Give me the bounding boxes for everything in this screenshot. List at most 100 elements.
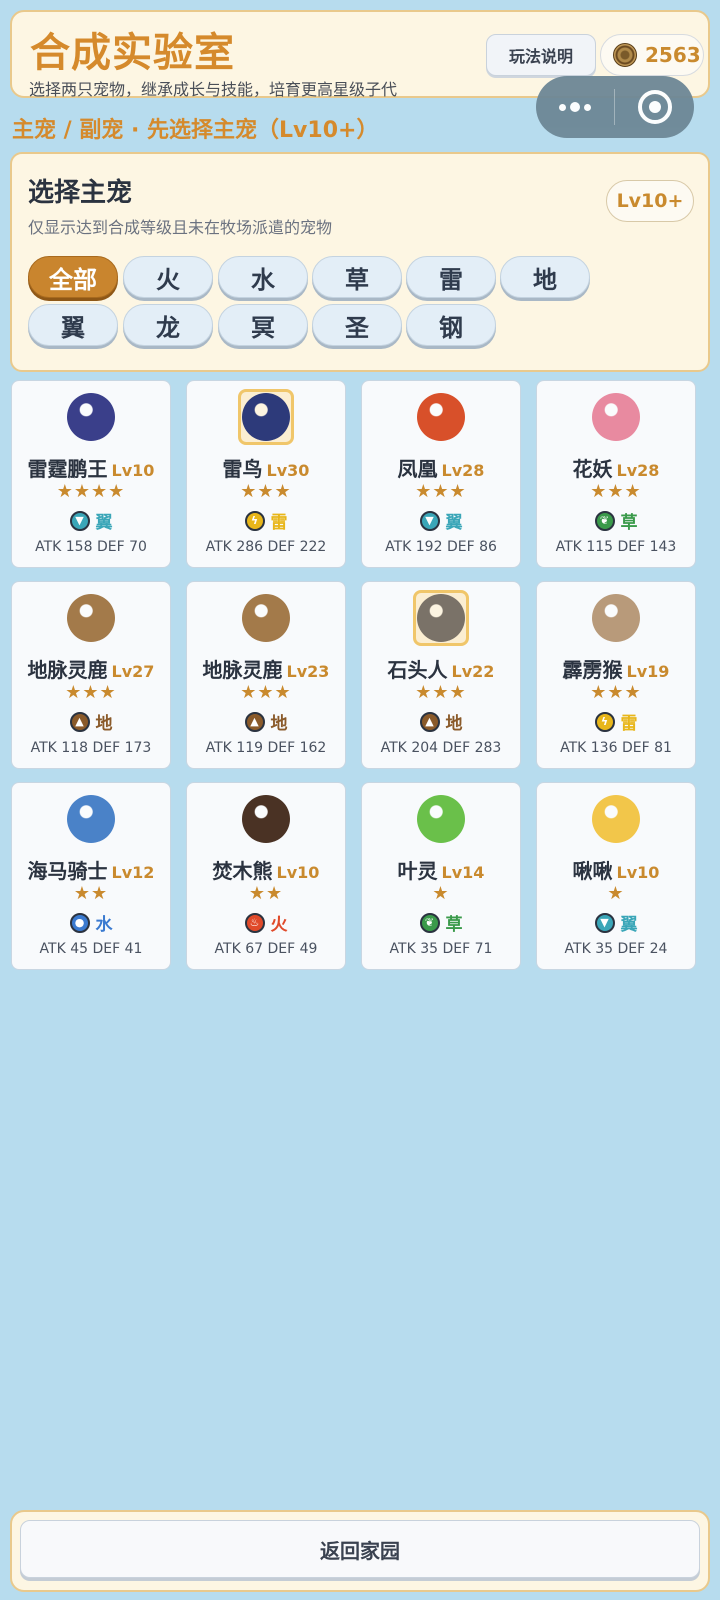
pet-element: ▼ 翼: [12, 508, 170, 533]
element-icon: ▲: [244, 711, 265, 732]
pet-stats: ATK 119 DEF 162: [205, 740, 327, 756]
golem-icon: [417, 594, 465, 642]
pet-card[interactable]: 啾啾 Lv10 ★ ▼ 翼 ATK 35 DEF 24: [536, 782, 696, 970]
filter-chip[interactable]: 草: [312, 256, 402, 298]
select-main-pet-panel: 选择主宠 仅显示达到合成等级且未在牧场派遣的宠物 Lv10+ 全部火水草雷地翼龙…: [10, 152, 710, 372]
star-rating: ★: [607, 883, 625, 904]
filter-chip[interactable]: 火: [123, 256, 213, 298]
close-miniprogram-icon[interactable]: [615, 90, 694, 124]
pet-card[interactable]: 花妖 Lv28 ★★★ ❦ 草 ATK 115 DEF 143: [536, 380, 696, 568]
pet-card[interactable]: 地脉灵鹿 Lv23 ★★★ ▲ 地 ATK 119 DEF 162: [186, 581, 346, 769]
star-rating: ★★★: [590, 481, 642, 502]
pet-element: ▲ 地: [362, 709, 520, 734]
element-label: 翼: [620, 915, 638, 935]
pet-portrait: [63, 389, 119, 445]
pet-name: 啾啾: [572, 859, 613, 883]
thunderbird-icon: [242, 393, 290, 441]
filter-chip[interactable]: 雷: [406, 256, 496, 298]
pet-card[interactable]: 凤凰 Lv28 ★★★ ▼ 翼 ATK 192 DEF 86: [361, 380, 521, 568]
pet-title: 凤凰 Lv28: [362, 453, 520, 482]
pet-element: ▲ 地: [12, 709, 170, 734]
pet-element: ❦ 草: [537, 508, 695, 533]
pet-stats: ATK 118 DEF 173: [30, 740, 152, 756]
pet-stats: ATK 115 DEF 143: [555, 539, 677, 555]
filter-chip[interactable]: 全部: [28, 256, 118, 298]
pet-portrait: [63, 791, 119, 847]
page-subtitle: 选择两只宠物，继承成长与技能，培育更高星级子代: [29, 80, 398, 99]
filter-chip[interactable]: 地: [500, 256, 590, 298]
element-icon: ϟ: [594, 711, 615, 732]
element-label: 翼: [445, 513, 463, 533]
element-icon: ϟ: [244, 510, 265, 531]
pet-name: 雷鸟: [222, 457, 263, 481]
element-icon: ❦: [594, 510, 615, 531]
element-label: 地: [445, 714, 463, 734]
pet-element: ● 水: [12, 910, 170, 935]
pet-card[interactable]: 石头人 Lv22 ★★★ ▲ 地 ATK 204 DEF 283: [361, 581, 521, 769]
filter-chip[interactable]: 龙: [123, 304, 213, 346]
pet-card[interactable]: 海马骑士 Lv12 ★★ ● 水 ATK 45 DEF 41: [11, 782, 171, 970]
element-label: 水: [95, 915, 113, 935]
pet-element: ♨ 火: [187, 910, 345, 935]
pet-stats: ATK 35 DEF 71: [389, 941, 493, 957]
return-home-button[interactable]: 返回家园: [20, 1520, 700, 1578]
pet-portrait: [238, 590, 294, 646]
monkey-icon: [592, 594, 640, 642]
pet-stats: ATK 35 DEF 24: [564, 941, 668, 957]
pet-portrait: [413, 590, 469, 646]
pet-card[interactable]: 地脉灵鹿 Lv27 ★★★ ▲ 地 ATK 118 DEF 173: [11, 581, 171, 769]
pet-name: 凤凰: [397, 457, 438, 481]
pet-portrait: [588, 590, 644, 646]
pet-portrait: [413, 791, 469, 847]
flower-fairy-icon: [592, 393, 640, 441]
pet-level: Lv22: [451, 662, 495, 681]
coin-icon: [613, 43, 637, 67]
pet-card[interactable]: 焚木熊 Lv10 ★★ ♨ 火 ATK 67 DEF 49: [186, 782, 346, 970]
coin-balance: 2563: [600, 34, 704, 76]
pet-card[interactable]: 霹雳猴 Lv19 ★★★ ϟ 雷 ATK 136 DEF 81: [536, 581, 696, 769]
pet-level: Lv28: [441, 461, 485, 480]
element-icon: ♨: [244, 912, 265, 933]
star-rating: ★★: [73, 883, 109, 904]
pet-stats: ATK 45 DEF 41: [39, 941, 143, 957]
pet-level: Lv28: [616, 461, 660, 480]
element-label: 草: [445, 915, 463, 935]
more-menu-icon[interactable]: [536, 76, 614, 138]
star-rating: ★★★: [415, 682, 467, 703]
pet-title: 石头人 Lv22: [362, 654, 520, 683]
pet-card[interactable]: 雷霆鹏王 Lv10 ★★★★ ▼ 翼 ATK 158 DEF 70: [11, 380, 171, 568]
pet-title: 叶灵 Lv14: [362, 855, 520, 884]
filter-chip[interactable]: 翼: [28, 304, 118, 346]
filter-chip[interactable]: 钢: [406, 304, 496, 346]
panel-title: 选择主宠: [28, 178, 133, 208]
star-rating: ★★★: [415, 481, 467, 502]
pet-title: 啾啾 Lv10: [537, 855, 695, 884]
element-label: 雷: [620, 714, 638, 734]
miniprogram-capsule: [536, 76, 694, 138]
help-button[interactable]: 玩法说明: [486, 34, 596, 76]
eagle-icon: [67, 393, 115, 441]
pet-title: 霹雳猴 Lv19: [537, 654, 695, 683]
pet-portrait: [588, 791, 644, 847]
filter-chip[interactable]: 水: [218, 256, 308, 298]
filter-chip[interactable]: 圣: [312, 304, 402, 346]
deer-icon: [242, 594, 290, 642]
pet-element: ϟ雷: [187, 508, 345, 533]
filter-chip[interactable]: 冥: [218, 304, 308, 346]
phoenix-icon: [417, 393, 465, 441]
level-requirement-badge: Lv10+: [606, 180, 694, 222]
pet-card[interactable]: 雷鸟 Lv30 ★★★ ϟ 雷 ATK 286 DEF 222: [186, 380, 346, 568]
seahorse-icon: [67, 795, 115, 843]
pet-title: 海马骑士 Lv12: [12, 855, 170, 884]
star-rating: ★★★: [240, 682, 292, 703]
pet-card[interactable]: 叶灵 Lv14 ★ ❦ 草 ATK 35 DEF 71: [361, 782, 521, 970]
pet-name: 雷霆鹏王: [27, 457, 108, 481]
pet-name: 叶灵: [397, 859, 438, 883]
pet-level: Lv10: [111, 461, 155, 480]
deer-icon: [67, 594, 115, 642]
element-label: 火: [270, 915, 288, 935]
coin-count: 2563: [645, 43, 701, 67]
pet-portrait: [588, 389, 644, 445]
leaf-spirit-icon: [417, 795, 465, 843]
pet-portrait: [413, 389, 469, 445]
